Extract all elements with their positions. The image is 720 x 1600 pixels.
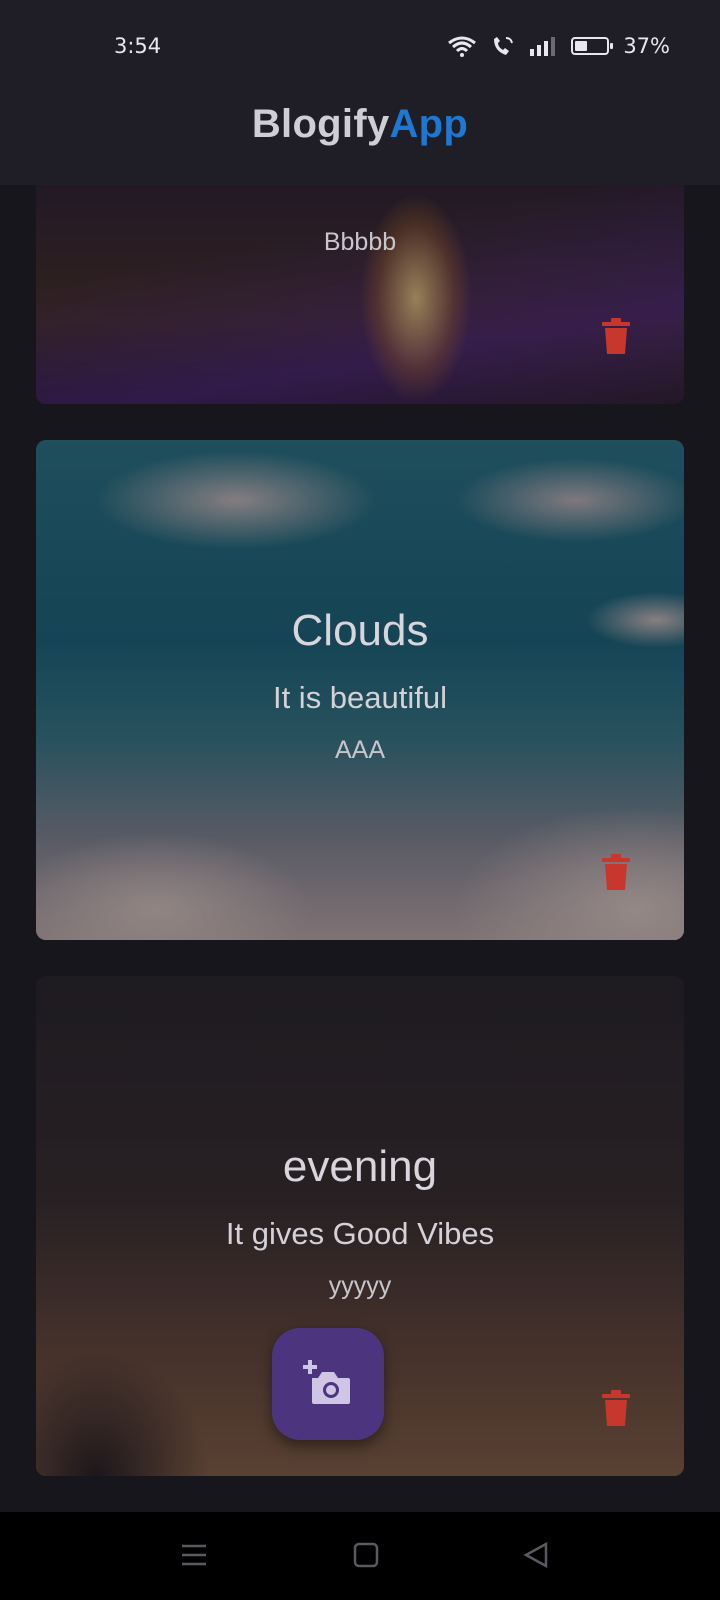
app-header: 3:54 37% BlogifyApp bbox=[0, 0, 720, 185]
home-icon[interactable] bbox=[352, 1540, 380, 1570]
post-extra: Bbbbb bbox=[323, 228, 397, 256]
battery-icon bbox=[571, 37, 614, 55]
post-title: evening bbox=[282, 1142, 438, 1191]
post-title: Clouds bbox=[291, 606, 429, 655]
screen: Bbbbb Clouds It is beautiful AAA evening… bbox=[0, 0, 720, 1600]
delete-icon[interactable] bbox=[602, 318, 630, 354]
post-subtitle: It gives Good Vibes bbox=[225, 1215, 495, 1251]
wifi-calling-icon bbox=[494, 37, 514, 55]
app-title: BlogifyApp bbox=[251, 102, 469, 146]
post-content: Bbbbb bbox=[36, 208, 684, 257]
post-content: evening It gives Good Vibes yyyyy bbox=[36, 1141, 684, 1301]
delete-icon[interactable] bbox=[602, 854, 630, 890]
post-subtitle: It is beautiful bbox=[272, 679, 448, 715]
wifi-icon bbox=[448, 36, 477, 57]
add-post-button[interactable] bbox=[272, 1328, 384, 1440]
posts-list[interactable]: Bbbbb Clouds It is beautiful AAA evening… bbox=[0, 0, 720, 1512]
delete-icon[interactable] bbox=[602, 1390, 630, 1426]
signal-icon bbox=[530, 37, 556, 56]
post-card[interactable]: Clouds It is beautiful AAA bbox=[36, 440, 684, 940]
post-extra: AAA bbox=[334, 735, 386, 764]
menu-icon[interactable] bbox=[180, 1540, 208, 1570]
back-icon[interactable] bbox=[522, 1540, 550, 1570]
add-photo-icon bbox=[303, 1360, 350, 1404]
battery-percent: 37% bbox=[623, 34, 670, 58]
status-time: 3:54 bbox=[114, 34, 162, 58]
status-bar: 3:54 37% bbox=[0, 30, 720, 66]
system-nav-bar bbox=[0, 1512, 720, 1600]
post-extra: yyyyy bbox=[328, 1271, 392, 1300]
post-content: Clouds It is beautiful AAA bbox=[36, 605, 684, 765]
